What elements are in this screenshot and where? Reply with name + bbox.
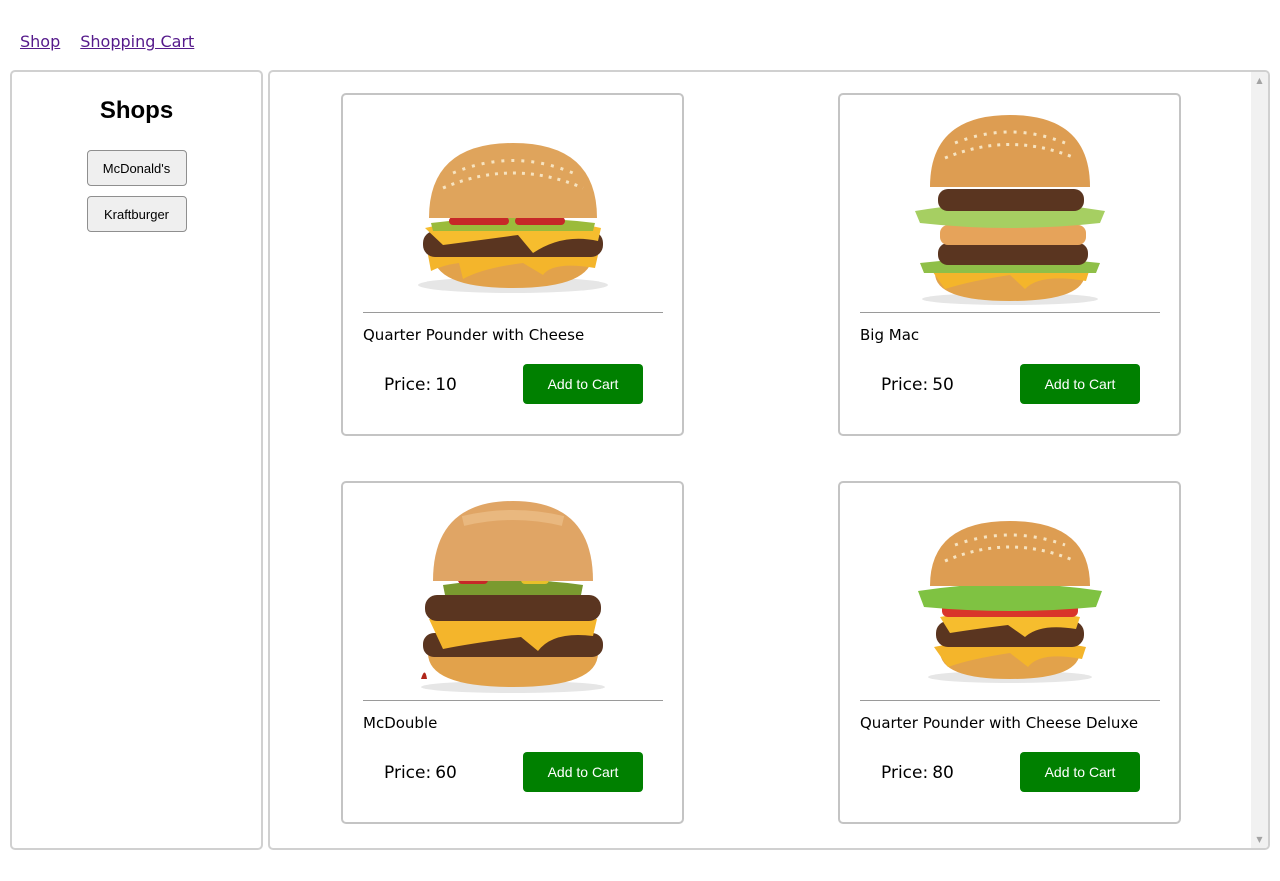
- card-divider: [363, 700, 663, 701]
- product-price: Price: 60: [384, 761, 457, 785]
- card-divider: [363, 312, 663, 313]
- burger-image: [421, 501, 605, 693]
- add-to-cart-button[interactable]: Add to Cart: [523, 364, 643, 404]
- product-name: McDouble: [363, 714, 438, 732]
- product-card: Big Mac Price: 50 Add to Cart: [838, 93, 1181, 436]
- price-label: Price:: [384, 375, 432, 395]
- price-value: 60: [435, 763, 457, 783]
- product-price: Price: 10: [384, 373, 457, 397]
- scroll-down-arrow-icon[interactable]: ▼: [1251, 831, 1268, 848]
- product-price: Price: 50: [881, 373, 954, 397]
- sidebar-title: Shops: [99, 97, 174, 124]
- add-to-cart-button[interactable]: Add to Cart: [523, 752, 643, 792]
- price-value: 80: [932, 763, 954, 783]
- shop-list: McDonald's Kraftburger: [12, 150, 261, 232]
- product-grid: Quarter Pounder with Cheese Price: 10 Add…: [268, 70, 1270, 850]
- add-to-cart-button[interactable]: Add to Cart: [1020, 752, 1140, 792]
- top-nav: Shop Shopping Cart: [20, 31, 194, 53]
- burger-image: [915, 115, 1105, 305]
- product-card: Quarter Pounder with Cheese Price: 10 Add…: [341, 93, 684, 436]
- nav-shopping-cart-link[interactable]: Shopping Cart: [80, 31, 194, 53]
- price-label: Price:: [881, 763, 929, 783]
- nav-shop-link[interactable]: Shop: [20, 31, 60, 53]
- price-label: Price:: [384, 763, 432, 783]
- product-price: Price: 80: [881, 761, 954, 785]
- card-divider: [860, 700, 1160, 701]
- price-label: Price:: [881, 375, 929, 395]
- vertical-scrollbar[interactable]: ▲ ▼: [1251, 72, 1268, 848]
- product-name: Big Mac: [860, 326, 920, 344]
- burger-image: [918, 521, 1102, 683]
- shop-button-mcdonalds[interactable]: McDonald's: [86, 150, 187, 186]
- product-card: McDouble Price: 60 Add to Cart: [341, 481, 684, 824]
- product-card: Quarter Pounder with Cheese Deluxe Price…: [838, 481, 1181, 824]
- shops-sidebar: Shops McDonald's Kraftburger: [10, 70, 263, 850]
- add-to-cart-button[interactable]: Add to Cart: [1020, 364, 1140, 404]
- price-value: 50: [932, 375, 954, 395]
- card-divider: [860, 312, 1160, 313]
- scroll-up-arrow-icon[interactable]: ▲: [1251, 72, 1268, 89]
- price-value: 10: [435, 375, 457, 395]
- shop-button-kraftburger[interactable]: Kraftburger: [86, 196, 187, 232]
- product-name: Quarter Pounder with Cheese: [363, 326, 585, 344]
- burger-image: [418, 143, 608, 293]
- product-name: Quarter Pounder with Cheese Deluxe: [860, 714, 1139, 732]
